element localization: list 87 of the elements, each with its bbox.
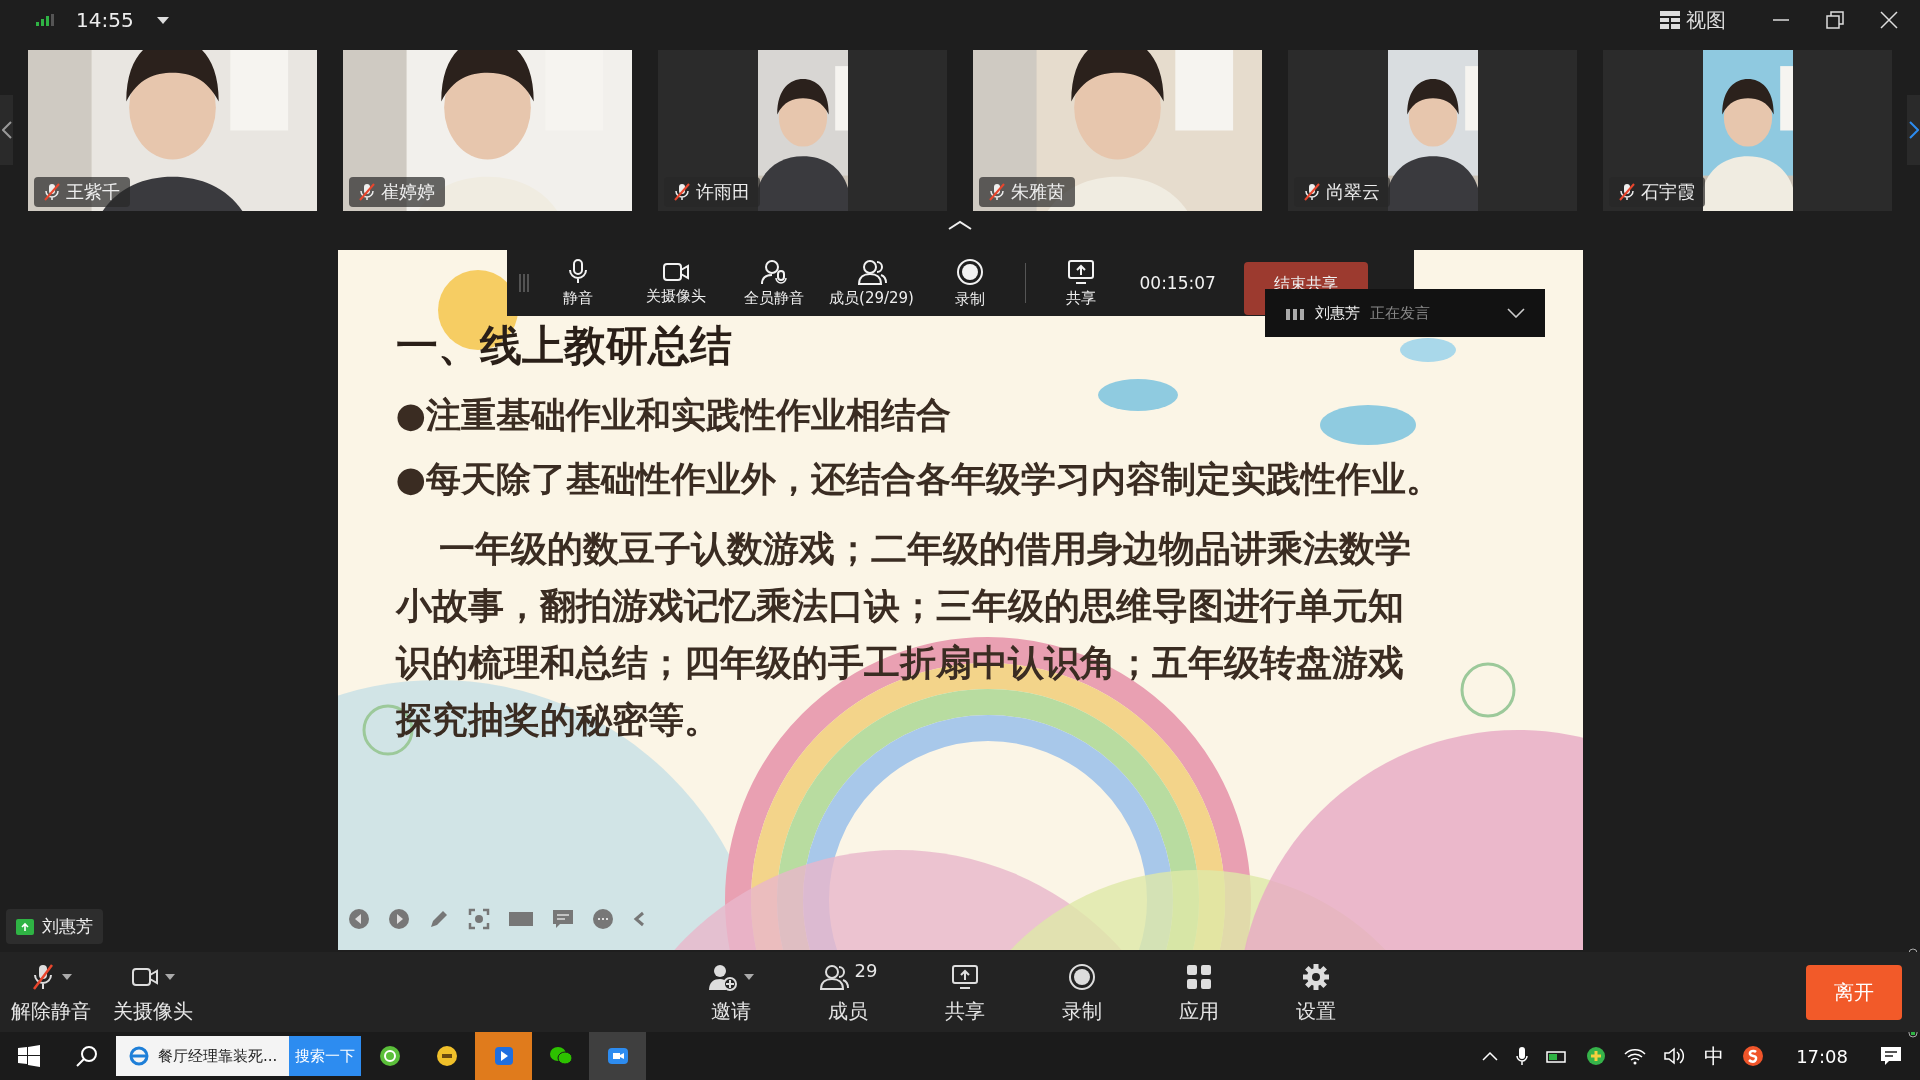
- video-camera-icon: [661, 260, 690, 283]
- meeting-app-icon[interactable]: [589, 1032, 647, 1080]
- people-icon: [818, 963, 849, 990]
- sharer-name: 刘惠芳: [42, 915, 93, 938]
- toolbar-button[interactable]: 关摄像头: [626, 260, 725, 306]
- speaker-status: 正在发言: [1369, 303, 1430, 323]
- control-button[interactable]: 共享: [924, 959, 1006, 1025]
- screenshot-button[interactable]: [467, 908, 490, 930]
- toolbar-button[interactable]: 全员静音: [724, 258, 823, 308]
- slide-paragraph: 一年级的数豆子认数游戏；二年级的借用身边物品讲乘法数学小故事，翻拍游戏记忆乘法口诀；三年级的思维导图进行单元知识的梳理和总结；四年级的手工折扇中认识角；五年级转盘游戏探究抽奖的秘密等。: [395, 527, 1412, 742]
- previous-arrow-button[interactable]: [0, 95, 13, 165]
- bullet-point: ●注重基础作业和实践性作业相结合: [395, 394, 952, 437]
- screen-upload-icon: [951, 963, 979, 990]
- taskbar-clock: 17:08: [1796, 1045, 1848, 1067]
- previous-slide-button[interactable]: [347, 908, 370, 930]
- browser-icon: [128, 1045, 150, 1067]
- audio-level-icon: [1284, 306, 1305, 320]
- control-button[interactable]: 应用: [1158, 959, 1240, 1025]
- toolbar-button[interactable]: 成员(29/29): [822, 258, 921, 308]
- participant-name: 王紫千: [66, 179, 120, 204]
- chevron-down-icon[interactable]: [1506, 308, 1525, 318]
- caret-icon[interactable]: [155, 15, 170, 25]
- chevron-up-icon[interactable]: [1482, 1051, 1499, 1061]
- control-button[interactable]: 邀请: [690, 959, 772, 1025]
- participant-name: 尚翠云: [1326, 179, 1380, 204]
- caret-icon: [165, 973, 175, 980]
- input-method-icon[interactable]: [1742, 1045, 1765, 1067]
- grid-icon: [1186, 963, 1212, 990]
- video-tile[interactable]: 石宇霞: [1603, 49, 1892, 211]
- collapse-chevron-icon[interactable]: [948, 220, 972, 230]
- screen-share-icon: [16, 918, 34, 935]
- control-button[interactable]: 设置: [1275, 959, 1357, 1025]
- control-button[interactable]: 解除静音: [10, 959, 92, 1025]
- participant-name: 朱雅茵: [1011, 179, 1065, 204]
- bullet-point: ●每天除了基础性作业外，还结合各年级学习内容制定实践性作业。: [395, 458, 1442, 501]
- restore-icon[interactable]: [1826, 11, 1844, 29]
- meeting-time: 14:55: [76, 8, 134, 32]
- control-button[interactable]: 录制: [1041, 959, 1123, 1025]
- browser-taskbar-tab[interactable]: 餐厅经理靠装死...: [116, 1036, 290, 1076]
- toolbar-button[interactable]: 共享: [1031, 258, 1130, 308]
- notification-icon[interactable]: [1880, 1046, 1902, 1066]
- settings-icon: [1302, 962, 1330, 991]
- caret-icon: [744, 973, 754, 980]
- search-icon[interactable]: [76, 1045, 98, 1067]
- video-tile[interactable]: 许雨田: [658, 49, 947, 211]
- member-count: 29: [854, 959, 878, 981]
- speaker-icon[interactable]: [1664, 1047, 1687, 1065]
- people-microphone-icon: [759, 258, 788, 285]
- muted-microphone-icon: [30, 962, 56, 991]
- participant-name: 许雨田: [696, 179, 750, 204]
- record-icon: [1068, 962, 1096, 991]
- next-arrow-button[interactable]: [1907, 95, 1920, 165]
- video-tile[interactable]: 朱雅茵: [973, 49, 1262, 211]
- close-icon[interactable]: [1880, 11, 1898, 29]
- video-tile[interactable]: 崔婷婷: [343, 49, 632, 211]
- control-button[interactable]: 29 成员: [807, 959, 889, 1025]
- video-camera-icon: [131, 965, 159, 988]
- video-tile[interactable]: 王紫千: [28, 49, 317, 211]
- battery-icon[interactable]: [1546, 1048, 1569, 1064]
- next-slide-button[interactable]: [387, 908, 410, 930]
- security-app-icon[interactable]: [1586, 1046, 1607, 1066]
- grid-icon: [1660, 11, 1680, 29]
- drag-handle-icon[interactable]: [518, 274, 529, 292]
- toolbar-button[interactable]: 静音: [528, 258, 627, 308]
- microphone-icon: [566, 258, 589, 285]
- more-button[interactable]: [591, 908, 614, 930]
- chevron-left-icon: [1, 121, 12, 139]
- record-icon: [955, 257, 984, 286]
- caret-icon: [62, 973, 72, 980]
- video-tile[interactable]: 尚翠云: [1288, 49, 1577, 211]
- meeting-timer: 00:15:07: [1139, 273, 1216, 293]
- toolbar-button[interactable]: 录制: [920, 257, 1019, 309]
- input-method-indicator[interactable]: 中: [1704, 1042, 1725, 1070]
- people-icon: [856, 258, 887, 285]
- screen-upload-icon: [1066, 258, 1095, 285]
- chat-button[interactable]: [551, 908, 574, 930]
- browser-tab-title: 餐厅经理靠装死...: [158, 1046, 278, 1066]
- control-button[interactable]: 关摄像头: [112, 959, 194, 1025]
- participant-name: 崔婷婷: [381, 179, 435, 204]
- view-button[interactable]: 视图: [1660, 6, 1726, 34]
- microphone-icon[interactable]: [1516, 1046, 1529, 1066]
- chevron-right-icon: [1908, 121, 1919, 139]
- windows-start-icon[interactable]: [18, 1045, 40, 1067]
- participant-name: 石宇霞: [1641, 179, 1695, 204]
- add-person-icon: [708, 962, 738, 991]
- wifi-icon[interactable]: [1624, 1047, 1647, 1065]
- signal-icon: [36, 14, 54, 26]
